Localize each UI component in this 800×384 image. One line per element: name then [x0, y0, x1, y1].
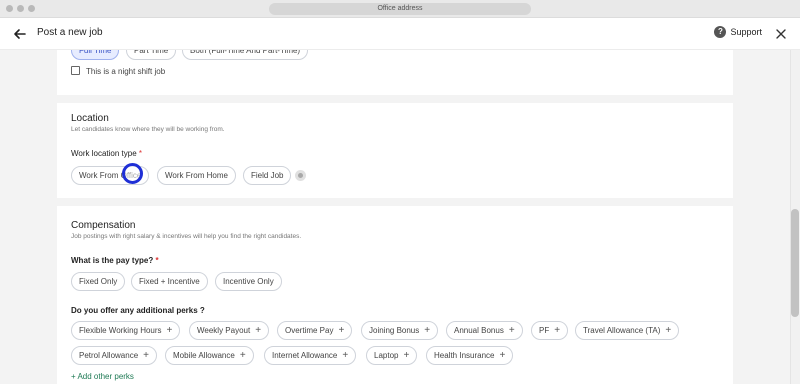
- perk-label: PF: [539, 326, 550, 335]
- perk-chip-weekly-payout[interactable]: Weekly Payout +: [189, 321, 270, 340]
- perk-chip-overtime-pay[interactable]: Overtime Pay +: [277, 321, 353, 340]
- compensation-subtitle: Job postings with right salary & incenti…: [71, 233, 302, 240]
- location-card: [57, 103, 733, 198]
- perk-chip-joining-bonus[interactable]: Joining Bonus +: [361, 321, 439, 340]
- window-minimize-dot[interactable]: [17, 5, 24, 12]
- browser-chrome: Office address: [0, 0, 800, 18]
- perk-chip-annual-bonus[interactable]: Annual Bonus +: [446, 321, 523, 340]
- pay-chip-fixed-incentive[interactable]: Fixed + Incentive: [131, 272, 208, 291]
- work-location-type-label: Work location type *: [71, 149, 142, 158]
- compensation-title: Compensation: [71, 220, 136, 231]
- close-icon-overlay[interactable]: [775, 28, 787, 40]
- perk-label: Weekly Payout: [197, 326, 251, 335]
- plus-icon: +: [508, 325, 515, 336]
- click-cursor-indicator: [122, 163, 143, 184]
- add-other-perks-link[interactable]: + Add other perks: [71, 372, 134, 381]
- header-foreground: Post a new job ? Support: [0, 18, 800, 50]
- location-title: Location: [71, 113, 109, 124]
- plus-icon: +: [403, 350, 410, 361]
- window-close-dot[interactable]: [6, 5, 13, 12]
- perk-label: Petrol Allowance: [79, 351, 139, 360]
- perk-label: Travel Allowance (TA): [583, 326, 661, 335]
- plus-icon: +: [665, 325, 672, 336]
- page-title-overlay: Post a new job: [37, 27, 103, 38]
- plus-icon: +: [166, 325, 173, 336]
- perk-chip-mobile-allowance[interactable]: Mobile Allowance +: [165, 346, 254, 365]
- window-controls: [6, 5, 35, 12]
- perk-label: Internet Allowance: [272, 351, 338, 360]
- perk-chip-health-insurance[interactable]: Health Insurance +: [426, 346, 514, 365]
- perk-chip-flexible-hours[interactable]: Flexible Working Hours +: [71, 321, 181, 340]
- window-maximize-dot[interactable]: [28, 5, 35, 12]
- location-chip-field-job[interactable]: Field Job: [243, 166, 292, 185]
- plus-icon: +: [342, 350, 349, 361]
- perk-chip-internet-allowance[interactable]: Internet Allowance +: [264, 346, 357, 365]
- perk-label: Health Insurance: [434, 351, 495, 360]
- required-mark: *: [138, 149, 143, 158]
- info-toggle-icon[interactable]: [295, 170, 306, 181]
- back-arrow-icon-overlay[interactable]: [12, 26, 28, 42]
- location-chip-home[interactable]: Work From Home: [157, 166, 236, 185]
- perk-label: Overtime Pay: [285, 326, 334, 335]
- scrollbar-thumb[interactable]: [791, 209, 799, 317]
- work-location-type-text: Work location type: [71, 149, 137, 158]
- pay-type-label: What is the pay type? *: [71, 256, 159, 265]
- plus-icon: +: [143, 350, 149, 361]
- support-label-overlay: Support: [730, 27, 762, 37]
- perk-label: Annual Bonus: [454, 326, 504, 335]
- pay-chip-fixed-only[interactable]: Fixed Only: [71, 272, 126, 291]
- help-icon-overlay: ?: [714, 26, 727, 38]
- perk-chip-travel-allowance[interactable]: Travel Allowance (TA) +: [575, 321, 680, 340]
- perk-label: Laptop: [374, 351, 399, 360]
- required-mark: *: [155, 256, 159, 265]
- perk-chip-laptop[interactable]: Laptop +: [366, 346, 418, 365]
- perk-label: Mobile Allowance: [173, 351, 235, 360]
- perk-chip-pf[interactable]: PF +: [531, 321, 569, 340]
- perks-label: Do you offer any additional perks ?: [71, 306, 205, 315]
- plus-icon: +: [255, 325, 262, 336]
- perk-chip-petrol-allowance[interactable]: Petrol Allowance +: [71, 346, 157, 365]
- plus-icon: +: [554, 325, 561, 336]
- address-bar[interactable]: Office address: [269, 3, 531, 15]
- night-shift-label: This is a night shift job: [86, 67, 166, 76]
- plus-icon: +: [239, 350, 246, 361]
- perk-label: Joining Bonus: [369, 326, 420, 335]
- support-button-overlay[interactable]: ? Support: [714, 26, 762, 38]
- pay-chip-incentive-only[interactable]: Incentive Only: [215, 272, 282, 291]
- perk-label: Flexible Working Hours: [79, 326, 162, 335]
- location-subtitle: Let candidates know where they will be w…: [71, 126, 225, 133]
- pay-type-text: What is the pay type?: [71, 256, 154, 265]
- night-shift-checkbox[interactable]: [71, 66, 80, 75]
- plus-icon: +: [338, 325, 345, 336]
- plus-icon: +: [424, 325, 431, 336]
- plus-icon: +: [499, 350, 506, 361]
